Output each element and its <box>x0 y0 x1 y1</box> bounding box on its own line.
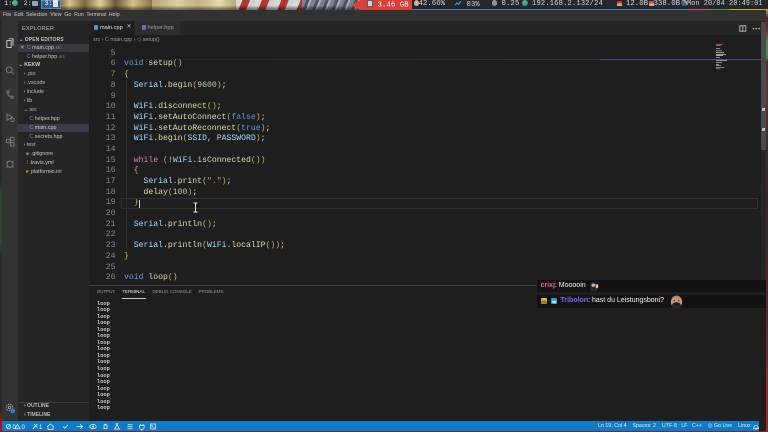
svg-text:0: 0 <box>13 425 17 431</box>
svg-text:0: 0 <box>22 425 26 431</box>
svg-text:1: 1 <box>39 425 43 431</box>
